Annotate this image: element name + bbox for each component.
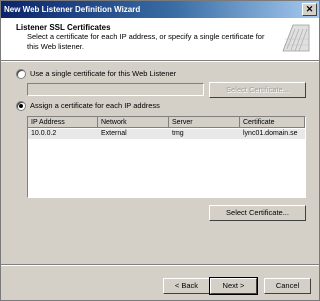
wizard-header: Listener SSL Certificates Select a certi… <box>1 18 319 60</box>
select-certificate-button[interactable]: Select Certificate... <box>209 205 306 221</box>
assign-per-ip-label[interactable]: Assign a certificate for each IP address <box>30 101 160 110</box>
wizard-banner-icon <box>281 21 311 55</box>
wizard-window: New Web Listener Definition Wizard ✕ Lis… <box>0 0 320 301</box>
next-button[interactable]: Next > <box>209 277 258 295</box>
close-icon: ✕ <box>305 4 314 14</box>
assign-per-ip-radio[interactable] <box>16 101 26 111</box>
header-divider <box>1 60 319 62</box>
back-button[interactable]: < Back <box>163 278 210 294</box>
single-certificate-label[interactable]: Use a single certificate for this Web Li… <box>30 69 176 78</box>
single-certificate-radio[interactable] <box>16 69 26 79</box>
close-button[interactable]: ✕ <box>302 3 317 16</box>
column-certificate[interactable]: Certificate <box>240 117 305 128</box>
window-title: New Web Listener Definition Wizard <box>4 5 141 14</box>
cell-server: tmg <box>172 130 184 137</box>
select-certificate-single-button[interactable]: Select Certificate... <box>209 82 306 98</box>
cell-ip-address: 10.0.0.2 <box>31 130 57 137</box>
cell-certificate: lync01.domain.se <box>243 130 298 137</box>
footer-divider <box>1 264 319 266</box>
table-row[interactable]: 10.0.0.2 External tmg lync01.domain.se <box>28 129 305 139</box>
certificate-list[interactable]: IP Address Network Server Certificate 10… <box>27 116 306 198</box>
title-bar: New Web Listener Definition Wizard ✕ <box>1 1 319 18</box>
column-server[interactable]: Server <box>169 117 240 128</box>
cell-network: External <box>101 130 127 137</box>
column-ip-address[interactable]: IP Address <box>28 117 98 128</box>
single-certificate-field[interactable] <box>27 83 204 96</box>
page-description: Select a certificate for each IP address… <box>27 32 265 51</box>
column-network[interactable]: Network <box>98 117 169 128</box>
cancel-button[interactable]: Cancel <box>264 278 311 294</box>
page-title: Listener SSL Certificates <box>16 23 111 32</box>
list-header: IP Address Network Server Certificate <box>28 117 305 128</box>
